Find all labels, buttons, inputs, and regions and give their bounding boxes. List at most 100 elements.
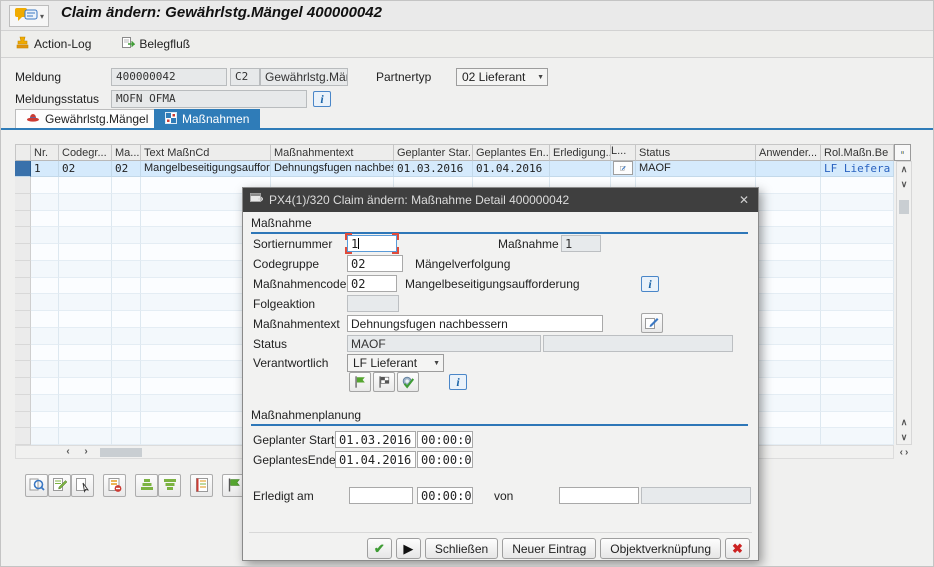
col-header-massnahme[interactable]: Ma... xyxy=(112,144,141,161)
col-header-erledigung[interactable]: Erledigung... xyxy=(550,144,611,161)
erledigt-am-time-field[interactable]: 00:00:00 xyxy=(417,487,473,504)
cell-rol-massn-be[interactable]: LF Liefera xyxy=(821,161,894,177)
col-header-massnahmentext[interactable]: Maßnahmentext xyxy=(271,144,394,161)
cell-erledigung[interactable] xyxy=(550,161,611,177)
vertical-scrollbar[interactable]: ∧ ∨ ∧ ∨ xyxy=(896,161,912,445)
edit-text-button[interactable] xyxy=(613,161,633,175)
scroll-right-icon[interactable]: › xyxy=(78,446,94,458)
tab-gewaehrlstg-maengel[interactable]: Gewährlstg.Mängel xyxy=(15,109,159,128)
geplantes-ende-time-field[interactable]: 00:00:00 xyxy=(417,451,473,468)
massnahme-detail-dialog: PX4(1)/320 Claim ändern: Maßnahme Detail… xyxy=(242,187,759,561)
system-menu-button[interactable]: ▾ xyxy=(9,5,49,27)
tab-strip: Gewährlstg.Mängel Maßnahmen xyxy=(1,109,933,130)
detail-view-button[interactable] xyxy=(25,474,48,497)
empty-cell xyxy=(756,361,821,378)
codegruppe-field[interactable]: 02 xyxy=(347,255,403,272)
log-button[interactable] xyxy=(190,474,213,497)
neuer-eintrag-button[interactable]: Neuer Eintrag xyxy=(502,538,596,559)
scrollbar-thumb[interactable] xyxy=(100,448,142,457)
partnertyp-dropdown[interactable]: 02 Lieferant ▼ xyxy=(456,68,548,86)
sort-descending-button[interactable] xyxy=(158,474,181,497)
empty-cell xyxy=(31,211,59,228)
geplanter-start-date-field[interactable]: 01.03.2016 xyxy=(335,431,416,448)
empty-cell xyxy=(31,261,59,278)
cancel-button[interactable]: ✖ xyxy=(725,538,750,559)
empty-cell xyxy=(31,428,59,445)
continue-button[interactable]: ▶ xyxy=(396,538,421,559)
col-header-text-massncd[interactable]: Text MaßnCd xyxy=(141,144,271,161)
code-info-button[interactable]: i xyxy=(641,276,659,292)
status-info-button[interactable]: i xyxy=(449,374,467,390)
status-info-button[interactable]: i xyxy=(313,91,331,107)
check-icon: ✔ xyxy=(374,541,385,557)
col-header-anwender[interactable]: Anwender... xyxy=(756,144,821,161)
tab-massnahmen[interactable]: Maßnahmen xyxy=(154,109,260,128)
scroll-down-icon[interactable]: ∨ xyxy=(897,177,911,191)
long-text-edit-button[interactable] xyxy=(641,313,663,333)
scroll-up-icon[interactable]: ∧ xyxy=(897,162,911,176)
cell-codegruppe[interactable]: 02 xyxy=(59,161,112,177)
cell-geplantes-ende[interactable]: 01.04.2016 xyxy=(473,161,550,177)
scroll-left-icon[interactable]: ‹ xyxy=(900,447,903,458)
cell-anwender[interactable] xyxy=(756,161,821,177)
empty-cell xyxy=(59,294,112,311)
horizontal-scroll-buttons-right[interactable]: ‹ › xyxy=(894,445,914,459)
cell-massnahme[interactable]: 02 xyxy=(112,161,141,177)
dialog-title-bar[interactable]: PX4(1)/320 Claim ändern: Maßnahme Detail… xyxy=(243,188,758,212)
col-header-geplanter-start[interactable]: Geplanter Star... xyxy=(394,144,473,161)
empty-cell xyxy=(59,412,112,429)
scroll-up-icon[interactable]: ∧ xyxy=(897,415,911,429)
finish-status-flag-button[interactable] xyxy=(373,372,395,392)
table-layout-config-button[interactable] xyxy=(894,144,911,161)
cell-langtext[interactable] xyxy=(611,161,636,177)
cell-status[interactable]: MAOF xyxy=(636,161,756,177)
sort-ascending-button[interactable] xyxy=(135,474,158,497)
schliessen-button[interactable]: Schließen xyxy=(425,538,498,559)
col-header-geplantes-ende[interactable]: Geplantes En... xyxy=(473,144,550,161)
select-all-header-cell[interactable] xyxy=(15,144,31,161)
cell-text-massncd[interactable]: Mangelbeseitigungsauffor.. xyxy=(141,161,271,177)
verantwortlich-dropdown[interactable]: LF Lieferant ▼ xyxy=(347,354,444,372)
change-entry-button[interactable] xyxy=(48,474,71,497)
scroll-right-icon[interactable]: › xyxy=(905,447,908,458)
scroll-down-icon[interactable]: ∨ xyxy=(897,430,911,444)
empty-cell xyxy=(821,211,894,228)
geplantes-ende-date-field[interactable]: 01.04.2016 xyxy=(335,451,416,468)
cell-geplanter-start[interactable]: 01.03.2016 xyxy=(394,161,473,177)
display-entry-button[interactable] xyxy=(71,474,94,497)
sortiernummer-field[interactable]: 1 xyxy=(347,235,397,252)
empty-cell xyxy=(821,311,894,328)
massnahmencode-field[interactable]: 02 xyxy=(347,275,397,292)
set-status-flag-button[interactable] xyxy=(349,372,371,392)
list-remove-icon xyxy=(107,477,123,493)
delete-entry-button[interactable] xyxy=(103,474,126,497)
table-row[interactable]: 1 02 02 Mangelbeseitigungsauffor.. Dehnu… xyxy=(15,161,894,177)
cell-massnahmentext[interactable]: Dehnungsfugen nachbes.. xyxy=(271,161,394,177)
col-header-codegruppe[interactable]: Codegr... xyxy=(59,144,112,161)
empty-cell xyxy=(112,328,141,345)
scroll-left-icon[interactable]: ‹ xyxy=(60,446,76,458)
action-log-button[interactable]: Action-Log xyxy=(11,34,95,55)
close-icon[interactable]: ✕ xyxy=(737,193,751,207)
cell-nr[interactable]: 1 xyxy=(31,161,59,177)
scrollbar-thumb[interactable] xyxy=(899,200,909,214)
objektverknuepfung-button[interactable]: Objektverknüpfung xyxy=(600,538,721,559)
erledigt-am-date-field[interactable] xyxy=(349,487,413,504)
col-header-l[interactable]: L... xyxy=(611,144,636,161)
belegfluss-button[interactable]: Belegfluß xyxy=(117,34,194,55)
empty-cell xyxy=(31,328,59,345)
table-header-row: Nr. Codegr... Ma... Text MaßnCd Maßnahme… xyxy=(15,144,894,161)
confirm-button[interactable]: ✔ xyxy=(367,538,392,559)
col-header-status[interactable]: Status xyxy=(636,144,756,161)
von-field[interactable] xyxy=(559,487,639,504)
row-selector[interactable] xyxy=(15,161,31,177)
col-header-rol-massn-be[interactable]: Rol.Maßn.Be xyxy=(821,144,894,161)
col-header-nr[interactable]: Nr. xyxy=(31,144,59,161)
notebook-icon xyxy=(194,477,210,493)
empty-cell xyxy=(821,395,894,412)
speech-bubbles-icon xyxy=(14,7,38,26)
complete-status-button[interactable] xyxy=(397,372,419,392)
empty-cell xyxy=(821,345,894,362)
geplanter-start-time-field[interactable]: 00:00:00 xyxy=(417,431,473,448)
massnahmentext-field[interactable]: Dehnungsfugen nachbessern xyxy=(347,315,603,332)
